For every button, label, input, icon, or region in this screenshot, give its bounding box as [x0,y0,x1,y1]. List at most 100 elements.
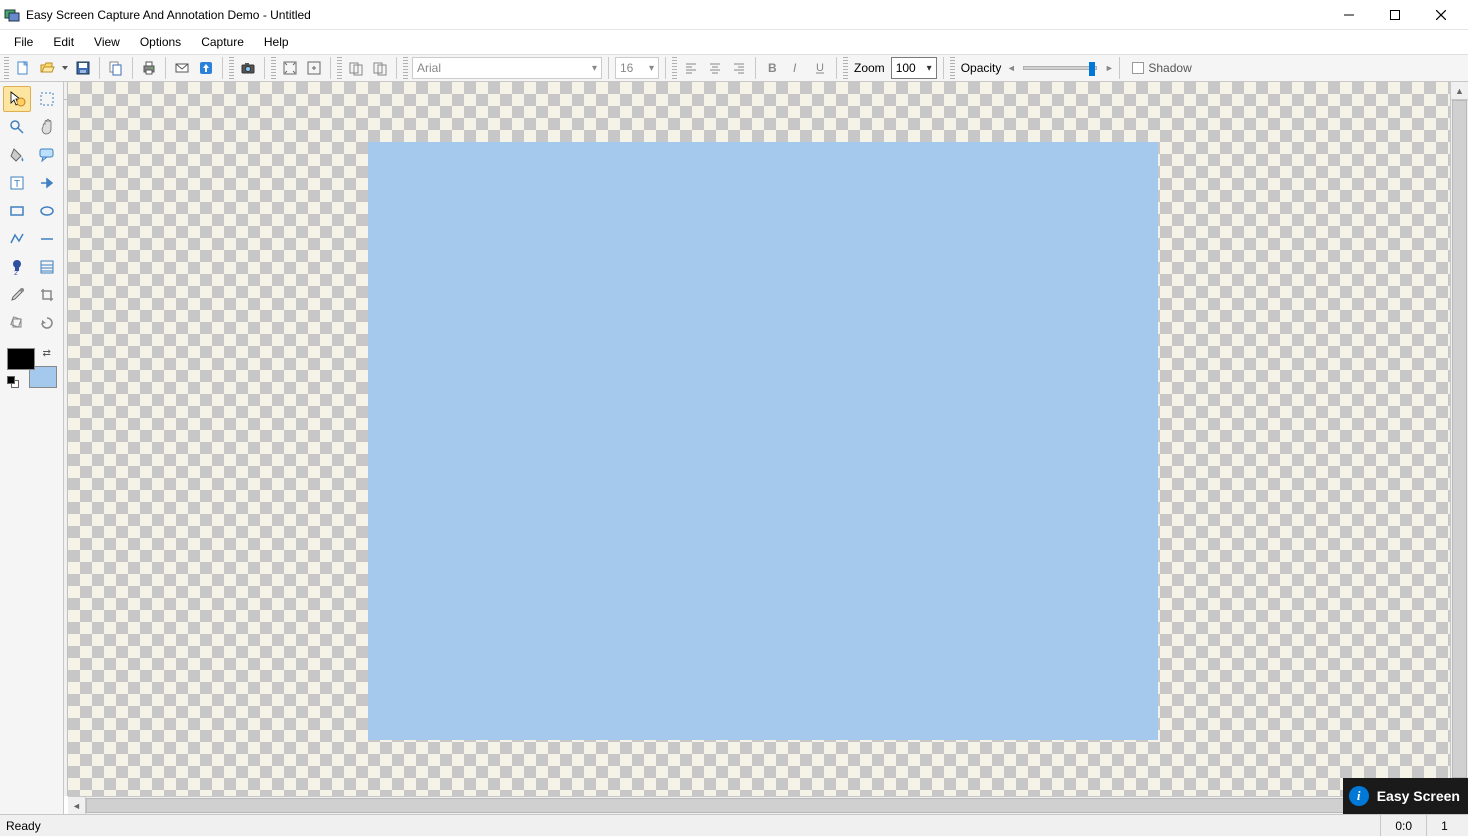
toolbar-grip[interactable] [403,57,408,79]
toolbar-grip[interactable] [950,57,955,79]
upload-button[interactable] [194,56,218,80]
opacity-thumb[interactable] [1089,62,1095,76]
tool-callout[interactable] [33,142,61,168]
opacity-label: Opacity [961,61,1002,75]
toolbar-sep [608,57,609,79]
maximize-button[interactable] [1372,0,1418,30]
menu-capture[interactable]: Capture [191,33,254,51]
opacity-increase[interactable]: ► [1103,57,1115,79]
tool-fill[interactable] [3,142,31,168]
font-size-combo[interactable]: 16 [615,57,659,79]
tool-rect-select[interactable] [33,86,61,112]
tool-grid: T 2 [3,86,61,336]
align-left-button[interactable] [679,56,703,80]
print-button[interactable] [137,56,161,80]
email-button[interactable] [170,56,194,80]
menu-edit[interactable]: Edit [43,33,84,51]
toolbar-sep [1119,57,1120,79]
canvas-document[interactable] [368,142,1158,740]
shadow-label: Shadow [1148,61,1191,75]
default-colors-icon[interactable] [7,376,19,388]
tool-crop-replace[interactable] [33,282,61,308]
hscroll-thumb[interactable] [86,798,1432,813]
toolbar-sep [396,57,397,79]
vscroll-track[interactable] [1451,100,1468,778]
swap-colors-icon[interactable]: ⇄ [43,348,57,362]
copy-button[interactable] [104,56,128,80]
foreground-color[interactable] [7,348,35,370]
font-combo[interactable]: Arial [412,57,602,79]
status-coords: 0:0 [1380,815,1426,836]
menu-file[interactable]: File [4,33,43,51]
tool-rotate-free[interactable] [3,310,31,336]
menu-help[interactable]: Help [254,33,299,51]
svg-text:T: T [14,179,20,190]
tool-rectangle[interactable] [3,198,31,224]
menu-options[interactable]: Options [130,33,191,51]
tool-polyline[interactable] [3,226,31,252]
tool-text-box[interactable]: T [3,170,31,196]
canvas-area[interactable]: ▲ ▼ ◄ ► [64,82,1468,814]
undo-button[interactable] [344,56,368,80]
scroll-up-icon[interactable]: ▲ [1451,82,1468,100]
new-button[interactable] [11,56,35,80]
tool-line[interactable] [33,226,61,252]
redo-button[interactable] [368,56,392,80]
tool-pointer[interactable] [3,86,31,112]
tool-rotate-90[interactable] [33,310,61,336]
capture-button[interactable] [236,56,260,80]
toolbox: T 2 ⇄ [0,82,64,814]
open-dropdown[interactable] [59,56,71,80]
toolbar-grip[interactable] [4,57,9,79]
zoom-combo[interactable]: 100 [891,57,937,79]
app-icon [4,7,20,23]
vertical-scrollbar[interactable]: ▲ ▼ [1450,82,1468,796]
toolbar-grip[interactable] [672,57,677,79]
bold-button[interactable]: B [760,56,784,80]
align-right-button[interactable] [727,56,751,80]
shadow-checkbox[interactable]: Shadow [1132,61,1191,75]
window-title: Easy Screen Capture And Annotation Demo … [26,8,1326,22]
align-center-button[interactable] [703,56,727,80]
scroll-left-icon[interactable]: ◄ [68,797,86,814]
toolbar: Arial 16 B I U Zoom 100 Opacity ◄ ► Shad… [0,54,1468,82]
hscroll-track[interactable] [86,797,1432,814]
tool-arrow[interactable] [33,170,61,196]
save-button[interactable] [71,56,95,80]
font-size-value: 16 [620,61,633,75]
svg-text:2: 2 [14,270,18,276]
fit-window-button[interactable] [278,56,302,80]
tool-print-area[interactable] [33,254,61,280]
tool-eyedropper[interactable] [3,282,31,308]
actual-size-button[interactable] [302,56,326,80]
canvas-background[interactable] [68,82,1450,796]
toolbar-sep [330,57,331,79]
ruler-vertical-stub [64,100,68,796]
close-button[interactable] [1418,0,1464,30]
notification-text: Easy Screen [1377,788,1460,804]
italic-button[interactable]: I [784,56,808,80]
horizontal-scrollbar[interactable]: ◄ ► [68,796,1450,814]
notification-toast[interactable]: i Easy Screen [1343,778,1468,814]
toolbar-grip[interactable] [337,57,342,79]
tool-zoom[interactable] [3,114,31,140]
opacity-decrease[interactable]: ◄ [1005,57,1017,79]
underline-button[interactable]: U [808,56,832,80]
ruler-origin [64,82,68,100]
toolbar-sep [264,57,265,79]
toolbar-grip[interactable] [229,57,234,79]
toolbar-grip[interactable] [271,57,276,79]
menu-view[interactable]: View [84,33,130,51]
opacity-slider[interactable] [1023,66,1097,70]
toolbar-grip[interactable] [843,57,848,79]
tool-hand[interactable] [33,114,61,140]
tool-ellipse[interactable] [33,198,61,224]
tool-stamp[interactable]: 2 [3,254,31,280]
minimize-button[interactable] [1326,0,1372,30]
workspace: T 2 ⇄ ▲ ▼ [0,82,1468,814]
font-value: Arial [417,61,441,75]
vscroll-thumb[interactable] [1452,100,1467,778]
open-button[interactable] [35,56,59,80]
toolbar-sep [665,57,666,79]
toolbar-sep [222,57,223,79]
